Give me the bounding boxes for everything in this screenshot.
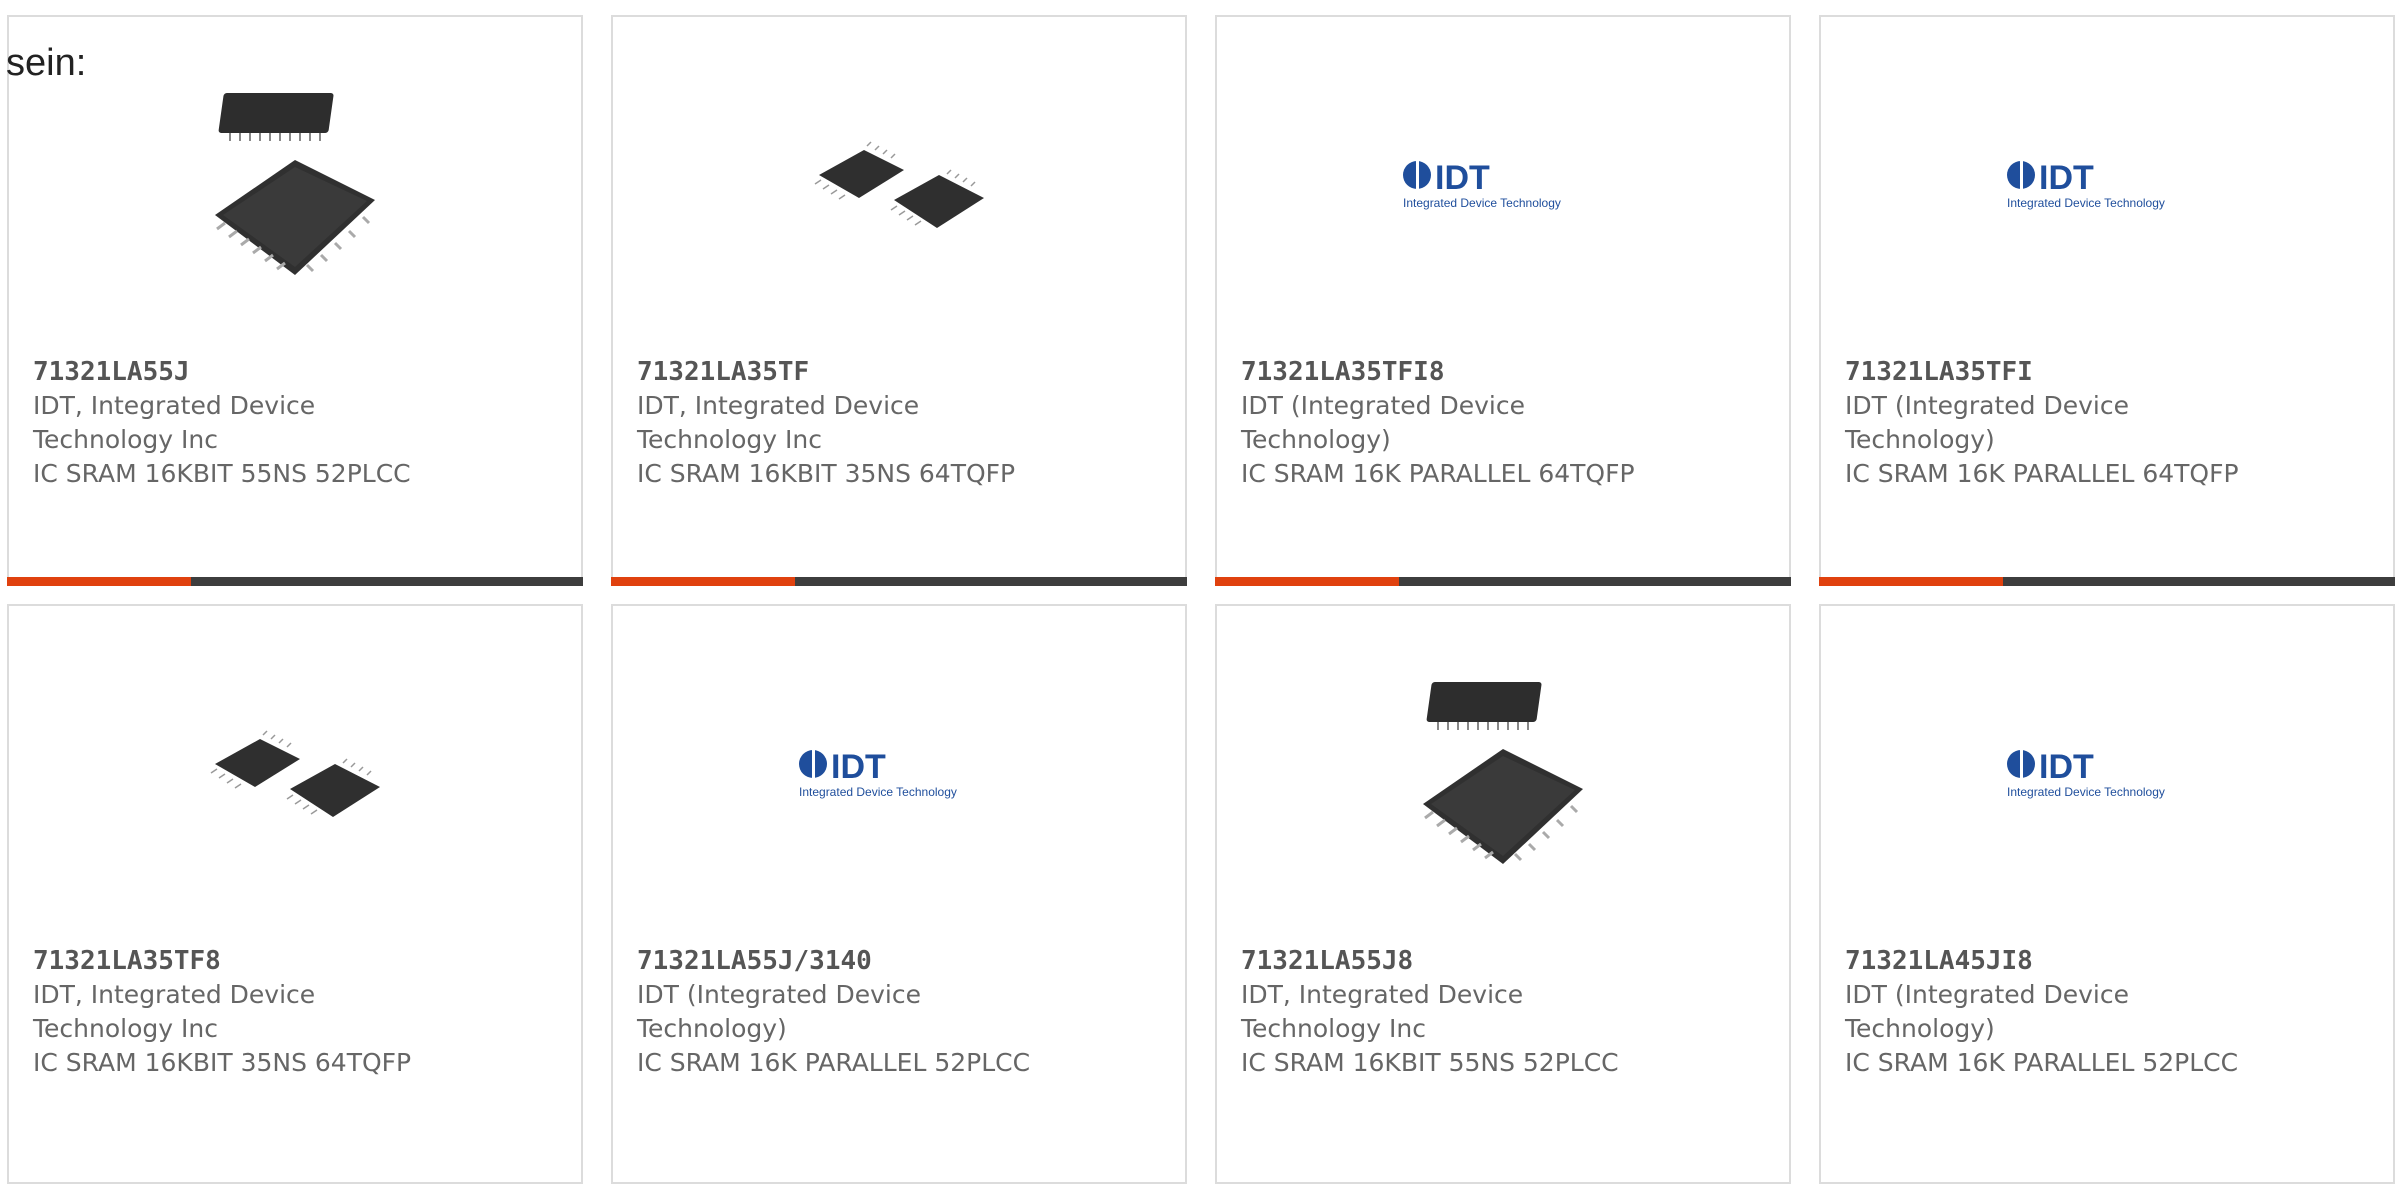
product-image[interactable]: IDT Integrated Device Technology <box>1821 674 2393 874</box>
accent-segment <box>7 577 191 586</box>
product-info: 71321LA35TF8 IDT, Integrated Device Tech… <box>33 944 563 1080</box>
manufacturer: IDT (Integrated Device Technology) <box>1845 980 2129 1043</box>
manufacturer: IDT (Integrated Device Technology) <box>637 980 921 1043</box>
product-info: 71321LA35TFI IDT (Integrated Device Tech… <box>1845 355 2375 491</box>
manufacturer: IDT, Integrated Device Technology Inc <box>33 980 316 1043</box>
product-info: 71321LA35TFI8 IDT (Integrated Device Tec… <box>1241 355 1771 491</box>
accent-segment <box>611 577 795 586</box>
logo-tagline: Integrated Device Technology <box>1403 196 1561 210</box>
product-info: 71321LA55J/3140 IDT (Integrated Device T… <box>637 944 1167 1080</box>
tqfp-chip-icon <box>814 141 984 228</box>
product-image[interactable]: IDT Integrated Device Technology <box>1217 85 1789 285</box>
idt-logo-icon: IDT Integrated Device Technology <box>2007 748 2165 799</box>
card-accent-bar <box>7 577 583 586</box>
tqfp-chip-icon <box>210 730 380 817</box>
intro-text: sein: <box>6 42 87 84</box>
part-number-link[interactable]: 71321LA35TFI8 <box>1241 355 1771 389</box>
description: IC SRAM 16K PARALLEL 64TQFP <box>1241 459 1635 488</box>
product-card[interactable]: IDT Integrated Device Technology 71321LA… <box>1215 15 1791 586</box>
product-card[interactable]: 71321LA55J8 IDT, Integrated Device Techn… <box>1215 604 1791 1184</box>
accent-segment <box>1819 577 2003 586</box>
description: IC SRAM 16K PARALLEL 52PLCC <box>637 1048 1031 1077</box>
product-card[interactable]: 71321LA55J IDT, Integrated Device Techno… <box>7 15 583 586</box>
product-image[interactable] <box>9 85 581 285</box>
description: IC SRAM 16KBIT 55NS 52PLCC <box>1241 1048 1619 1077</box>
product-grid: 71321LA55J IDT, Integrated Device Techno… <box>0 0 2400 1184</box>
product-card[interactable]: 71321LA35TF IDT, Integrated Device Techn… <box>611 15 1187 586</box>
product-card[interactable]: IDT Integrated Device Technology 71321LA… <box>611 604 1187 1184</box>
product-info: 71321LA55J8 IDT, Integrated Device Techn… <box>1241 944 1771 1080</box>
idt-logo-icon: IDT Integrated Device Technology <box>2007 159 2165 210</box>
logo-brand: IDT <box>1435 159 1490 197</box>
part-number-link[interactable]: 71321LA35TFI <box>1845 355 2375 389</box>
product-image[interactable]: IDT Integrated Device Technology <box>613 674 1185 874</box>
card-accent-bar <box>611 577 1187 586</box>
logo-brand: IDT <box>831 748 886 786</box>
logo-brand: IDT <box>2039 748 2094 786</box>
description: IC SRAM 16KBIT 35NS 64TQFP <box>637 459 1016 488</box>
accent-segment <box>1215 577 1399 586</box>
product-image[interactable] <box>613 85 1185 285</box>
part-number-link[interactable]: 71321LA45JI8 <box>1845 944 2375 978</box>
product-image[interactable]: IDT Integrated Device Technology <box>1821 85 2393 285</box>
description: IC SRAM 16KBIT 35NS 64TQFP <box>33 1048 412 1077</box>
plcc-chip-icon <box>1423 682 1583 864</box>
product-info: 71321LA35TF IDT, Integrated Device Techn… <box>637 355 1167 491</box>
part-number-link[interactable]: 71321LA55J/3140 <box>637 944 1167 978</box>
logo-tagline: Integrated Device Technology <box>799 785 957 799</box>
manufacturer: IDT (Integrated Device Technology) <box>1241 391 1525 454</box>
card-accent-bar <box>1215 577 1791 586</box>
product-card[interactable]: IDT Integrated Device Technology 71321LA… <box>1819 604 2395 1184</box>
manufacturer: IDT (Integrated Device Technology) <box>1845 391 2129 454</box>
description: IC SRAM 16K PARALLEL 64TQFP <box>1845 459 2239 488</box>
part-number-link[interactable]: 71321LA55J8 <box>1241 944 1771 978</box>
product-info: 71321LA55J IDT, Integrated Device Techno… <box>33 355 563 491</box>
plcc-chip-icon <box>215 93 375 275</box>
manufacturer: IDT, Integrated Device Technology Inc <box>1241 980 1524 1043</box>
card-accent-bar <box>1819 577 2395 586</box>
idt-logo-icon: IDT Integrated Device Technology <box>1403 159 1561 210</box>
product-image[interactable] <box>1217 674 1789 874</box>
manufacturer: IDT, Integrated Device Technology Inc <box>33 391 316 454</box>
idt-logo-icon: IDT Integrated Device Technology <box>799 748 957 799</box>
description: IC SRAM 16K PARALLEL 52PLCC <box>1845 1048 2239 1077</box>
part-number-link[interactable]: 71321LA55J <box>33 355 563 389</box>
product-image[interactable] <box>9 674 581 874</box>
product-card[interactable]: IDT Integrated Device Technology 71321LA… <box>1819 15 2395 586</box>
part-number-link[interactable]: 71321LA35TF <box>637 355 1167 389</box>
manufacturer: IDT, Integrated Device Technology Inc <box>637 391 920 454</box>
logo-tagline: Integrated Device Technology <box>2007 196 2165 210</box>
logo-tagline: Integrated Device Technology <box>2007 785 2165 799</box>
product-card[interactable]: 71321LA35TF8 IDT, Integrated Device Tech… <box>7 604 583 1184</box>
part-number-link[interactable]: 71321LA35TF8 <box>33 944 563 978</box>
product-info: 71321LA45JI8 IDT (Integrated Device Tech… <box>1845 944 2375 1080</box>
description: IC SRAM 16KBIT 55NS 52PLCC <box>33 459 411 488</box>
logo-brand: IDT <box>2039 159 2094 197</box>
